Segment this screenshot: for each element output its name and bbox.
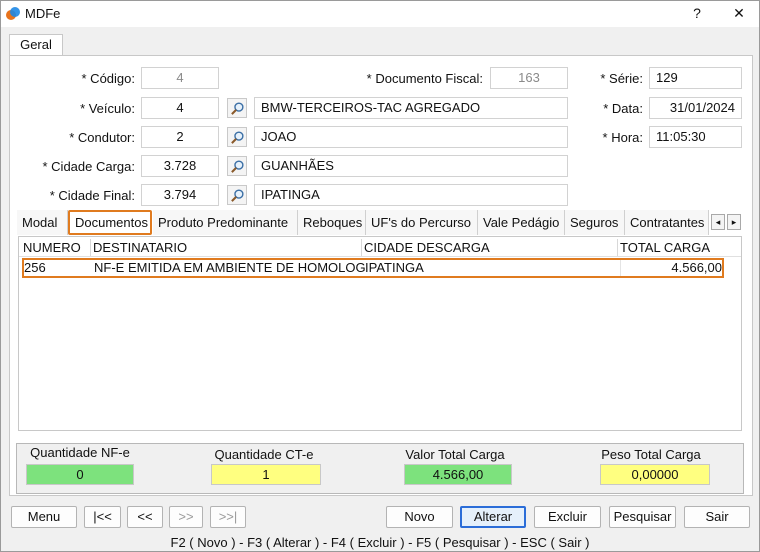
veiculo-description-field: BMW-TERCEIROS-TAC AGREGADO	[254, 97, 568, 119]
qtd-nfe-label: Quantidade NF-e	[30, 445, 130, 460]
title-bar: MDFe ? ✕	[1, 1, 759, 27]
next-record-button[interactable]: >>	[169, 506, 203, 528]
cidade-carga-code-field[interactable]: 3.728	[141, 155, 219, 177]
column-header-destinatario[interactable]: DESTINATARIO	[91, 239, 362, 256]
tab-modal[interactable]: Modal	[17, 210, 68, 235]
peso-total-label: Peso Total Carga	[601, 447, 701, 462]
table-row[interactable]: 256 NF-E EMITIDA EM AMBIENTE DE HOMOLOGA…	[22, 258, 724, 278]
magnifier-icon	[231, 102, 244, 115]
novo-button[interactable]: Novo	[386, 506, 453, 528]
tab-reboques[interactable]: Reboques	[298, 210, 366, 235]
cidade-carga-search-button[interactable]	[227, 156, 247, 176]
close-button[interactable]: ✕	[719, 2, 759, 24]
header-divider	[19, 256, 741, 257]
menu-button[interactable]: Menu	[11, 506, 77, 528]
valor-total-label: Valor Total Carga	[405, 447, 505, 462]
serie-field[interactable]: 129	[649, 67, 742, 89]
cidade-carga-label: * Cidade Carga:	[42, 159, 136, 174]
hora-field[interactable]: 11:05:30	[649, 126, 742, 148]
tab-seguros[interactable]: Seguros	[565, 210, 625, 235]
tab-produto-predominante[interactable]: Produto Predominante	[153, 210, 298, 235]
excluir-button[interactable]: Excluir	[534, 506, 601, 528]
tab-scroll-right-button[interactable]: ▸	[727, 214, 741, 230]
veiculo-search-button[interactable]	[227, 98, 247, 118]
condutor-description-field: JOAO	[254, 126, 568, 148]
cidade-final-code-field[interactable]: 3.794	[141, 184, 219, 206]
documento-fiscal-label: * Documento Fiscal:	[366, 71, 483, 86]
cell-cidade-descarga: IPATINGA	[365, 260, 424, 275]
magnifier-icon	[231, 131, 244, 144]
veiculo-label: * Veículo:	[80, 101, 135, 116]
qtd-cte-value: 1	[211, 464, 321, 485]
column-header-cidade-descarga[interactable]: CIDADE DESCARGA	[362, 239, 618, 256]
help-button[interactable]: ?	[677, 2, 717, 24]
data-field[interactable]: 31/01/2024	[649, 97, 742, 119]
condutor-label: * Condutor:	[69, 130, 135, 145]
last-record-button[interactable]: >>|	[210, 506, 246, 528]
valor-total-value: 4.566,00	[404, 464, 512, 485]
sair-button[interactable]: Sair	[684, 506, 750, 528]
tab-documentos[interactable]: Documentos	[68, 210, 152, 235]
tab-geral[interactable]: Geral	[9, 34, 63, 56]
cidade-final-description-field: IPATINGA	[254, 184, 568, 206]
condutor-search-button[interactable]	[227, 127, 247, 147]
app-logo-icon	[5, 6, 21, 22]
magnifier-icon	[231, 189, 244, 202]
codigo-field: 4	[141, 67, 219, 89]
tab-ufs-percurso[interactable]: UF's do Percurso	[366, 210, 478, 235]
tab-vale-pedagio[interactable]: Vale Pedágio	[478, 210, 565, 235]
peso-total-value: 0,00000	[600, 464, 710, 485]
cidade-carga-description-field: GUANHÃES	[254, 155, 568, 177]
alterar-button[interactable]: Alterar	[460, 506, 526, 528]
serie-label: * Série:	[600, 71, 643, 86]
cell-destinatario: NF-E EMITIDA EM AMBIENTE DE HOMOLOGAÇÃO	[94, 260, 365, 275]
hora-label: * Hora:	[602, 130, 643, 145]
cidade-final-search-button[interactable]	[227, 185, 247, 205]
previous-record-button[interactable]: <<	[127, 506, 163, 528]
shortcuts-hint: F2 ( Novo ) - F3 ( Alterar ) - F4 ( Excl…	[170, 535, 590, 550]
mdfe-window: MDFe ? ✕ Geral * Código: 4 * Documento F…	[0, 0, 760, 552]
codigo-label: * Código:	[81, 71, 135, 86]
column-header-total-carga[interactable]: TOTAL CARGA	[618, 239, 722, 256]
condutor-code-field[interactable]: 2	[141, 126, 219, 148]
cell-total-carga: 4.566,00	[620, 260, 722, 276]
qtd-cte-label: Quantidade CT-e	[214, 447, 314, 462]
pesquisar-button[interactable]: Pesquisar	[609, 506, 676, 528]
tab-scroll-left-button[interactable]: ◂	[711, 214, 725, 230]
documento-fiscal-field: 163	[490, 67, 568, 89]
magnifier-icon	[231, 160, 244, 173]
first-record-button[interactable]: |<<	[84, 506, 121, 528]
veiculo-code-field[interactable]: 4	[141, 97, 219, 119]
qtd-nfe-value: 0	[26, 464, 134, 485]
column-header-numero[interactable]: NUMERO	[21, 239, 91, 256]
window-title: MDFe	[25, 6, 61, 21]
cell-numero: 256	[24, 260, 46, 275]
cidade-final-label: * Cidade Final:	[49, 188, 135, 203]
documentos-grid[interactable]: NUMERO DESTINATARIO CIDADE DESCARGA TOTA…	[18, 236, 742, 431]
tab-contratantes[interactable]: Contratantes	[625, 210, 709, 235]
data-label: * Data:	[603, 101, 643, 116]
